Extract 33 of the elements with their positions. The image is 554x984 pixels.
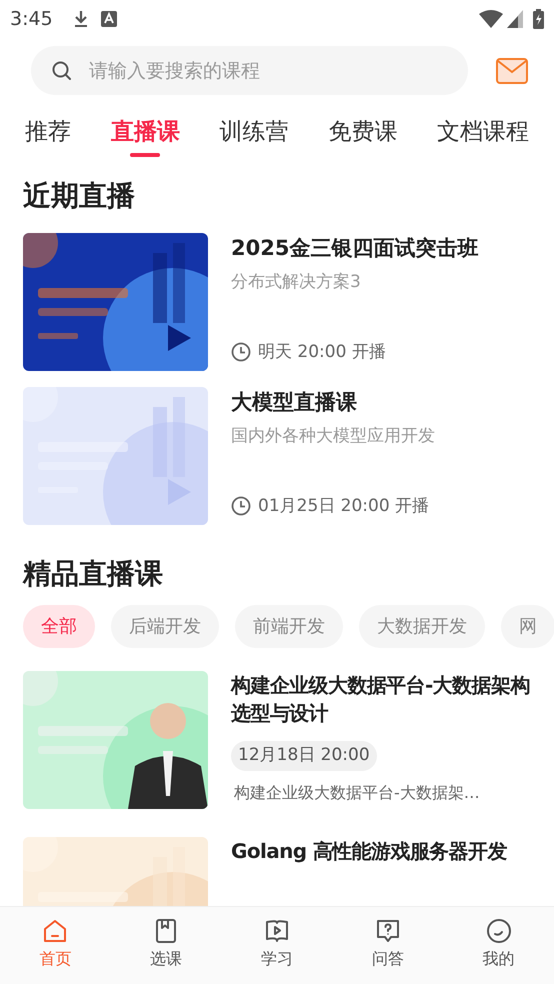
battery-icon [533,9,544,29]
course-title: 构建企业级大数据平台-大数据架构选型与设计 [231,672,531,727]
search-field[interactable]: 请输入要搜索的课程 [31,46,468,95]
nav-tab[interactable]: 问答 [332,907,444,984]
course-title: 2025金三银四面试突击班 [231,235,480,262]
wifi-icon [479,10,503,28]
course-subtitle: 国内外各种大模型应用开发 [231,425,436,448]
course-description: 构建企业级大数据平台-大数据架… [234,782,481,804]
nav-tab[interactable]: 选课 [110,907,222,984]
course-title: Golang 高性能游戏服务器开发 [231,838,508,865]
start-time: 01月25日 20:00 开播 [258,494,430,518]
search-icon [52,61,72,81]
course-subtitle: 分布式解决方案3 [231,271,362,294]
category-tab[interactable]: 推荐 [25,117,71,157]
smile-icon [484,917,513,945]
mail-icon[interactable] [496,58,528,84]
category-tab[interactable]: 直播课 [110,117,180,157]
start-time: 明天 20:00 开播 [258,340,386,364]
category-tab[interactable]: 免费课 [328,117,398,157]
download-icon [72,10,89,28]
course-title: 大模型直播课 [231,389,358,416]
category-tab[interactable]: 训练营 [220,117,288,157]
status-time: 3:45 [10,6,53,32]
date-pill: 12月18日 20:00 [231,741,377,771]
signal-icon [507,10,523,28]
nav-tab[interactable]: 学习 [222,907,332,984]
clock-icon [231,342,251,362]
nav-tab[interactable]: 我的 [443,907,554,984]
clock-icon [231,496,251,516]
section-heading: 精品直播课 [23,556,164,592]
category-tab[interactable]: 文档课程 [437,117,529,157]
section-heading: 近期直播 [23,178,136,214]
font-badge-icon [100,11,117,27]
